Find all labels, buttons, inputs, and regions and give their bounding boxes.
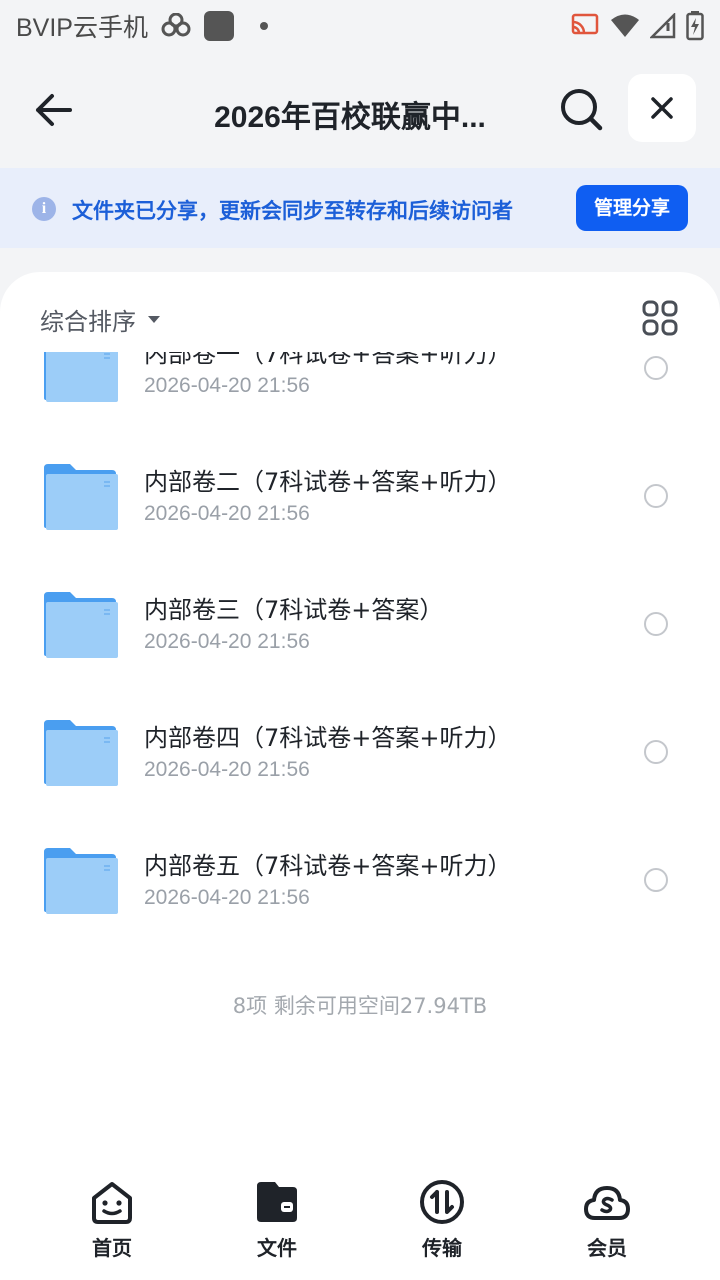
nav-vip[interactable]: 会员 (552, 1178, 662, 1261)
storage-summary: 8项 剩余可用空间27.94TB (232, 994, 488, 1018)
nav-label: 文件 (257, 1236, 297, 1260)
notification-dot-icon (259, 22, 268, 30)
folder-icon (44, 592, 118, 658)
select-radio[interactable] (644, 868, 668, 892)
search-button[interactable] (556, 84, 606, 134)
sort-label: 综合排序 (40, 308, 136, 336)
link-icon (161, 13, 191, 37)
page-title: 2026年百校联赢中... (214, 101, 486, 134)
close-button[interactable] (628, 74, 696, 142)
nav-label: 首页 (92, 1236, 132, 1260)
battery-icon (686, 11, 704, 41)
info-icon: i (32, 197, 56, 221)
select-radio[interactable] (644, 740, 668, 764)
file-name: 内部卷五（7科试卷+答案+听力） (144, 852, 512, 880)
grid-icon (642, 300, 678, 336)
list-item[interactable]: 内部卷一（7科试卷+答案+听力） 2026-04-20 21:56 (0, 352, 720, 426)
banner-message: 文件夹已分享，更新会同步至转存和后续访问者 (72, 199, 513, 223)
manage-share-button[interactable]: 管理分享 (576, 185, 688, 231)
select-radio[interactable] (644, 356, 668, 380)
home-face-icon (92, 1182, 132, 1224)
nav-home[interactable]: 首页 (57, 1178, 167, 1261)
list-item[interactable]: 内部卷二（7科试卷+答案+听力） 2026-04-20 21:56 (0, 426, 720, 554)
share-banner: i 文件夹已分享，更新会同步至转存和后续访问者 管理分享 (0, 168, 720, 248)
back-button[interactable] (30, 86, 78, 134)
transfer-icon (420, 1180, 464, 1224)
nav-label: 会员 (587, 1236, 627, 1260)
grid-view-button[interactable] (642, 300, 678, 336)
cast-icon (571, 13, 599, 35)
header: 2026年百校联赢中... (0, 52, 720, 168)
status-carrier: BVIP云手机 (16, 14, 148, 42)
status-bar: BVIP云手机 (0, 0, 720, 52)
select-radio[interactable] (644, 612, 668, 636)
file-date: 2026-04-20 21:56 (144, 374, 310, 397)
file-name: 内部卷二（7科试卷+答案+听力） (144, 468, 512, 496)
folder-icon (44, 720, 118, 786)
file-date: 2026-04-20 21:56 (144, 886, 310, 909)
folder-icon (44, 848, 118, 914)
list-item[interactable]: 内部卷四（7科试卷+答案+听力） 2026-04-20 21:56 (0, 682, 720, 810)
sort-dropdown[interactable]: 综合排序 (40, 302, 160, 337)
search-icon (561, 89, 603, 131)
app-square-icon (203, 11, 234, 41)
close-icon (651, 97, 673, 119)
arrow-left-icon (36, 94, 72, 126)
file-name: 内部卷一（7科试卷+答案+听力） (144, 352, 512, 368)
vip-cloud-icon (584, 1186, 630, 1220)
file-name: 内部卷四（7科试卷+答案+听力） (144, 724, 512, 752)
wifi-icon (611, 14, 639, 37)
folder-icon (44, 352, 118, 402)
file-name: 内部卷三（7科试卷+答案） (144, 596, 444, 624)
bottom-nav: 首页 文件 传输 会员 (0, 1160, 720, 1280)
file-list[interactable]: 内部卷一（7科试卷+答案+听力） 2026-04-20 21:56 内部卷二（7… (0, 352, 720, 1012)
list-item[interactable]: 内部卷三（7科试卷+答案） 2026-04-20 21:56 (0, 554, 720, 682)
file-date: 2026-04-20 21:56 (144, 630, 310, 653)
file-date: 2026-04-20 21:56 (144, 502, 310, 525)
folder-file-icon (257, 1182, 297, 1222)
nav-label: 传输 (422, 1236, 462, 1260)
folder-icon (44, 464, 118, 530)
file-list-card: 综合排序 内部卷一（7科试卷+答案+听力） 2026-04-20 21:56 内… (0, 272, 720, 1280)
caret-down-icon (148, 316, 160, 323)
nav-files[interactable]: 文件 (222, 1178, 332, 1261)
file-date: 2026-04-20 21:56 (144, 758, 310, 781)
signal-icon (650, 13, 676, 39)
list-item[interactable]: 内部卷五（7科试卷+答案+听力） 2026-04-20 21:56 (0, 810, 720, 938)
select-radio[interactable] (644, 484, 668, 508)
nav-transfer[interactable]: 传输 (387, 1178, 497, 1261)
